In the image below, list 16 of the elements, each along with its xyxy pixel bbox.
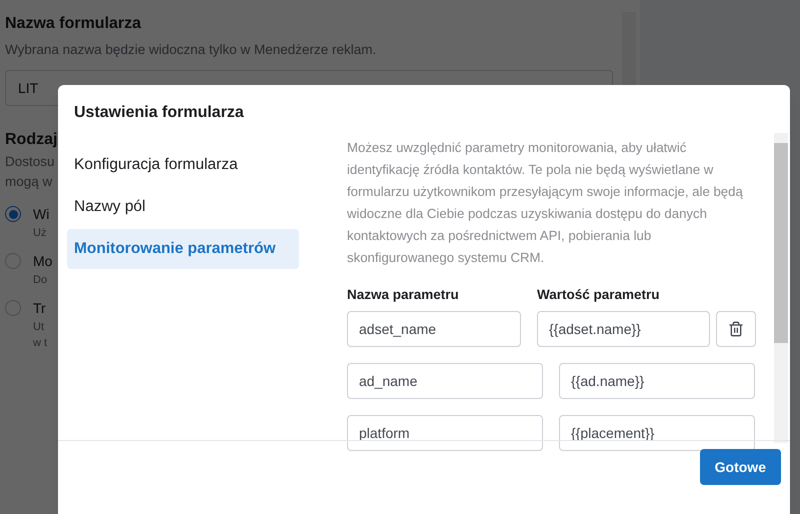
section-description: mogą w <box>5 173 52 192</box>
option-description: Ut <box>33 320 44 336</box>
option-description: Uż <box>33 226 46 242</box>
section-description: Wybrana nazwa będzie widoczna tylko w Menedżerze reklam. <box>5 41 378 59</box>
option-label: Wi <box>33 205 50 224</box>
column-header: Nazwa parametru <box>347 286 460 304</box>
description-text: Możesz uwzględnić parametry monitorowania, aby ułatwić identyfikację źródła kontaktów. Te pola nie będą wyświetlane w formularzu użytkownikom przesyłającym swoje informacje, ale będą widoczne dla Ciebie podczas uzyskiwania dostępu do danych kontaktowych za pośrednictwem API, pobierania lub skonfigurowanego systemu CRM. <box>347 139 744 267</box>
option-description: Do <box>33 273 48 288</box>
section-title: Nazwa formularza <box>5 14 142 34</box>
section-title: Rodzaj <box>5 130 58 150</box>
dialog-title: Ustawienia formularza <box>73 103 245 123</box>
section-description: Dostosu <box>5 153 55 172</box>
column-header: Wartość parametru <box>537 286 660 304</box>
option-label: Tr <box>33 299 46 318</box>
option-description: w t <box>33 336 48 352</box>
option-label: Mo <box>33 252 52 272</box>
